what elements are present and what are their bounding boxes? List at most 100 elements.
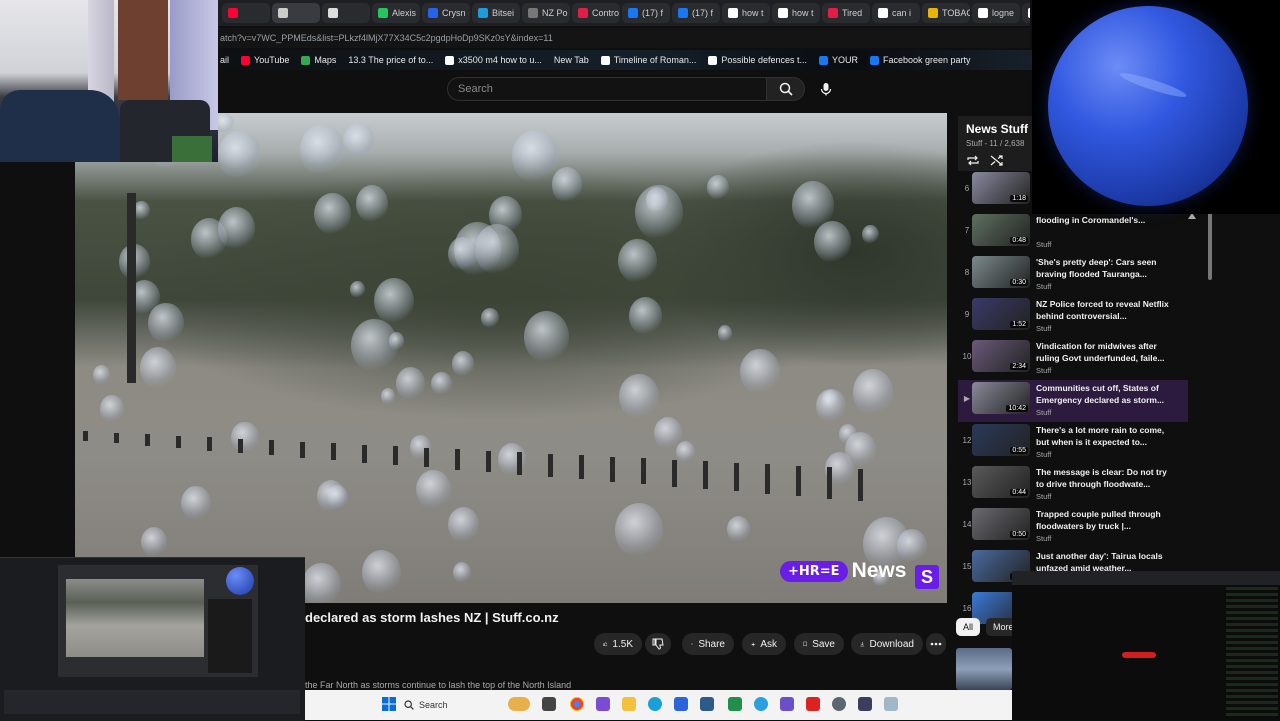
browser-tab[interactable]: TOBAC — [922, 3, 970, 23]
playlist-item-thumbnail: 0:44 — [972, 466, 1030, 498]
bookmark-item[interactable]: x3500 m4 how to u... — [445, 55, 542, 65]
outlook-icon[interactable] — [674, 697, 688, 711]
video-title: declared as storm lashes NZ | Stuff.co.n… — [305, 610, 559, 625]
app-icon[interactable] — [596, 697, 610, 711]
browser-tab[interactable]: Tired — [822, 3, 870, 23]
settings-icon[interactable] — [832, 697, 846, 711]
fence-post — [703, 461, 708, 489]
browser-tab[interactable]: (17) f — [622, 3, 670, 23]
browser-tab[interactable]: can i — [872, 3, 920, 23]
bookmark-item[interactable]: ail — [220, 55, 229, 65]
app-icon-2[interactable] — [858, 697, 872, 711]
taskbar-search[interactable]: Search — [404, 696, 504, 714]
playlist-item[interactable]: 7 0:48 flooding in Coromandel's... Stuff — [958, 212, 1188, 254]
browser-tab[interactable]: Alexis — [372, 3, 420, 23]
bookmark-item[interactable]: YouTube — [241, 55, 289, 65]
shuffle-button[interactable] — [990, 154, 1004, 170]
fence-post — [176, 435, 181, 449]
save-button[interactable]: Save — [794, 633, 844, 655]
playlist-item-channel: Stuff — [1036, 366, 1052, 375]
obs-icon[interactable] — [780, 697, 794, 711]
playlist-item-thumbnail: 0:30 — [972, 256, 1030, 288]
bookmark-item[interactable]: YOUR — [818, 55, 858, 65]
dislike-button[interactable] — [645, 633, 671, 655]
video-description[interactable]: the Far North as storms continue to lash… — [305, 680, 571, 690]
raindrop — [523, 311, 569, 363]
playlist-item[interactable]: 8 0:30 'She's pretty deep': Cars seen brav… — [958, 254, 1188, 296]
ask-button[interactable]: Ask — [742, 633, 786, 655]
playlist-item[interactable]: 14 0:50 Trapped couple pulled through floo… — [958, 506, 1188, 548]
bookmark-favicon-icon — [301, 55, 311, 65]
raindrop — [350, 281, 365, 299]
voice-search-button[interactable] — [813, 77, 839, 101]
obs-preview-video — [66, 579, 204, 657]
video-player[interactable] — [75, 113, 947, 603]
browser-tab-strip: Alexis Crysn Bitsei NZ Po Contro (17) f (17) f… — [218, 0, 1030, 26]
browser-tab[interactable]: (17) f — [672, 3, 720, 23]
tab-label: Bitsei — [492, 8, 515, 18]
browser-tab[interactable]: are m — [1022, 3, 1030, 23]
playlist-item-thumbnail: 10:42 — [972, 382, 1030, 414]
tab-label: (17) f — [642, 8, 664, 18]
raindrop — [448, 507, 479, 543]
playlist-scrollbar[interactable] — [1208, 212, 1212, 280]
raindrop — [355, 185, 389, 223]
app-icon-3[interactable] — [884, 697, 898, 711]
more-horizontal-icon — [930, 642, 942, 646]
address-bar[interactable]: atch?v=v7WC_PPMEds&list=PLkzf4lMjX77X34C… — [218, 28, 1030, 48]
store-icon[interactable] — [700, 697, 714, 711]
bookmark-item[interactable]: New Tab — [554, 55, 589, 65]
browser-tab[interactable]: logne — [972, 3, 1020, 23]
bookmark-label: Possible defences t... — [721, 55, 807, 65]
browser-tab[interactable] — [322, 3, 370, 23]
bookmark-item[interactable]: 13.3 The price of to... — [348, 55, 433, 65]
playlist-title[interactable]: News Stuff — [966, 122, 1028, 136]
bookmark-label: Maps — [314, 55, 337, 65]
telegram-icon[interactable] — [754, 697, 768, 711]
browser-tab[interactable]: Bitsei — [472, 3, 520, 23]
bookmark-icon — [803, 641, 807, 647]
browser-tab[interactable]: NZ Po — [522, 3, 570, 23]
download-button[interactable]: Download — [851, 633, 923, 655]
channel-watermark: +HR=E News — [780, 556, 912, 586]
raindrop — [301, 562, 341, 603]
browser-tab[interactable] — [272, 3, 320, 23]
chrome-icon[interactable] — [570, 697, 584, 711]
spotify-icon[interactable] — [728, 697, 742, 711]
edge-icon[interactable] — [648, 697, 662, 711]
browser-tab[interactable]: Crysn — [422, 3, 470, 23]
browser-tab[interactable] — [222, 3, 270, 23]
raindrop — [326, 484, 349, 510]
raindrop — [448, 237, 478, 271]
bookmark-item[interactable]: Facebook green party — [870, 55, 971, 65]
playlist-item[interactable]: 10 2:34 Vindication for midwives after rul… — [958, 338, 1188, 380]
browser-tab[interactable]: how t — [722, 3, 770, 23]
playlist-item[interactable]: ▶ 10:42 Communities cut off, States of Eme… — [958, 380, 1188, 422]
taskbar-widget-icon[interactable] — [508, 697, 530, 711]
search-button[interactable] — [767, 77, 805, 101]
like-button[interactable]: 1.5K — [594, 633, 642, 655]
browser-tab[interactable]: how t — [772, 3, 820, 23]
bookmark-favicon-icon — [818, 55, 828, 65]
bookmark-item[interactable]: Maps — [301, 55, 336, 65]
bookmark-item[interactable]: Possible defences t... — [708, 55, 807, 65]
recommended-thumbnail[interactable] — [956, 648, 1012, 690]
task-view-icon[interactable] — [542, 697, 556, 711]
chip-all[interactable]: All — [956, 618, 981, 636]
playlist-item[interactable]: 13 0:44 The message is clear: Do not try t… — [958, 464, 1188, 506]
start-button[interactable] — [382, 697, 396, 714]
search-input[interactable]: Search — [447, 77, 767, 101]
acrobat-icon[interactable] — [806, 697, 820, 711]
playlist-item[interactable]: 9 1:52 NZ Police forced to reveal Netflix … — [958, 296, 1188, 338]
loop-button[interactable] — [966, 154, 980, 170]
terminal-titlebar — [1012, 571, 1280, 585]
share-button[interactable]: Share — [682, 633, 734, 655]
browser-tab[interactable]: Contro — [572, 3, 620, 23]
tab-favicon-icon — [478, 8, 488, 18]
more-actions-button[interactable] — [926, 633, 946, 655]
playlist-item[interactable]: 12 0:55 There's a lot more rain to come, b… — [958, 422, 1188, 464]
obs-preview-sidebar — [208, 599, 252, 673]
file-explorer-icon[interactable] — [622, 697, 636, 711]
playlist-item-thumbnail: 0:48 — [972, 214, 1030, 246]
bookmark-item[interactable]: Timeline of Roman... — [600, 55, 696, 65]
